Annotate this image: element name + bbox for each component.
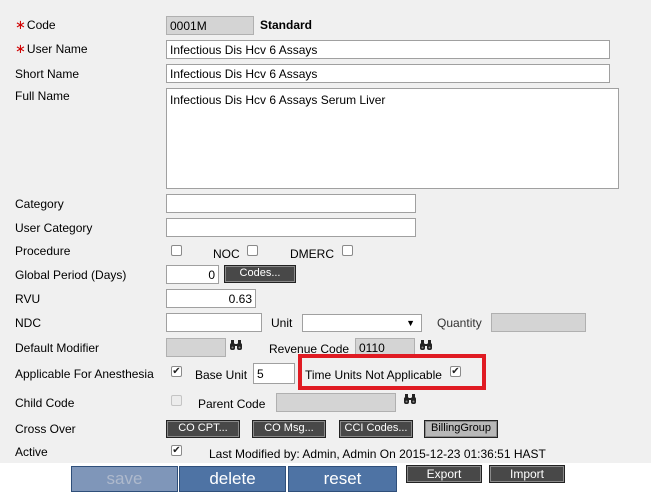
global-period-input[interactable]: 0 <box>166 265 219 284</box>
standard-label: Standard <box>260 18 313 32</box>
anesthesia-checkbox[interactable]: ✔ <box>171 366 182 377</box>
rvu-label: RVU <box>15 292 41 306</box>
co-msg-button[interactable]: CO Msg... <box>252 420 326 438</box>
required-marker: ∗ <box>15 41 26 56</box>
unit-select[interactable]: ▼ <box>302 314 422 332</box>
category-label: Category <box>15 197 64 211</box>
import-button[interactable]: Import <box>489 465 565 483</box>
cross-over-label: Cross Over <box>15 422 76 436</box>
rvu-input[interactable]: 0.63 <box>166 289 256 308</box>
dmerc-checkbox[interactable] <box>342 245 353 256</box>
billing-group-button[interactable]: BillingGroup <box>424 420 498 438</box>
binoculars-icon[interactable] <box>419 339 433 351</box>
user-name-label: ∗User Name <box>15 41 88 57</box>
ndc-input[interactable] <box>166 313 262 332</box>
cci-codes-button[interactable]: CCI Codes... <box>339 420 413 438</box>
highlight-box <box>298 354 486 390</box>
default-modifier-label: Default Modifier <box>15 341 100 355</box>
export-button[interactable]: Export <box>406 465 482 483</box>
user-name-input[interactable]: Infectious Dis Hcv 6 Assays <box>166 40 610 59</box>
category-input[interactable] <box>166 194 416 213</box>
child-code-label: Child Code <box>15 396 75 410</box>
binoculars-icon[interactable] <box>403 393 417 405</box>
code-label: ∗Code <box>15 17 56 33</box>
active-checkbox[interactable]: ✔ <box>171 445 182 456</box>
unit-label: Unit <box>271 316 293 330</box>
base-unit-input[interactable]: 5 <box>253 363 295 384</box>
dropdown-arrow-icon: ▼ <box>406 318 415 328</box>
base-unit-label: Base Unit <box>195 368 248 382</box>
global-period-label: Global Period (Days) <box>15 268 127 282</box>
default-modifier-input[interactable] <box>166 338 226 357</box>
save-button[interactable]: save <box>71 466 178 492</box>
ndc-label: NDC <box>15 316 41 330</box>
parent-code-label: Parent Code <box>198 397 266 411</box>
user-category-label: User Category <box>15 221 93 235</box>
code-input[interactable]: 0001M <box>166 16 254 35</box>
binoculars-icon[interactable] <box>229 339 243 351</box>
co-cpt-button[interactable]: CO CPT... <box>166 420 240 438</box>
codes-button[interactable]: Codes... <box>224 265 296 283</box>
active-label: Active <box>15 445 48 459</box>
noc-checkbox[interactable] <box>247 245 258 256</box>
short-name-input[interactable]: Infectious Dis Hcv 6 Assays <box>166 64 610 83</box>
procedure-label: Procedure <box>15 244 71 258</box>
noc-label: NOC <box>213 247 240 261</box>
reset-button[interactable]: reset <box>288 466 397 492</box>
delete-button[interactable]: delete <box>179 466 286 492</box>
parent-code-input[interactable] <box>276 393 396 412</box>
dmerc-label: DMERC <box>290 247 334 261</box>
anesthesia-label: Applicable For Anesthesia <box>15 367 154 381</box>
user-category-input[interactable] <box>166 218 416 237</box>
full-name-label: Full Name <box>15 89 70 103</box>
procedure-checkbox[interactable] <box>171 245 182 256</box>
short-name-label: Short Name <box>15 67 80 81</box>
last-modified-text: Last Modified by: Admin, Admin On 2015-1… <box>209 447 546 461</box>
quantity-input[interactable] <box>491 313 586 332</box>
child-code-checkbox[interactable] <box>171 395 182 406</box>
required-marker: ∗ <box>15 17 26 32</box>
quantity-label: Quantity <box>437 316 482 330</box>
full-name-textarea[interactable]: Infectious Dis Hcv 6 Assays Serum Liver <box>166 88 619 189</box>
